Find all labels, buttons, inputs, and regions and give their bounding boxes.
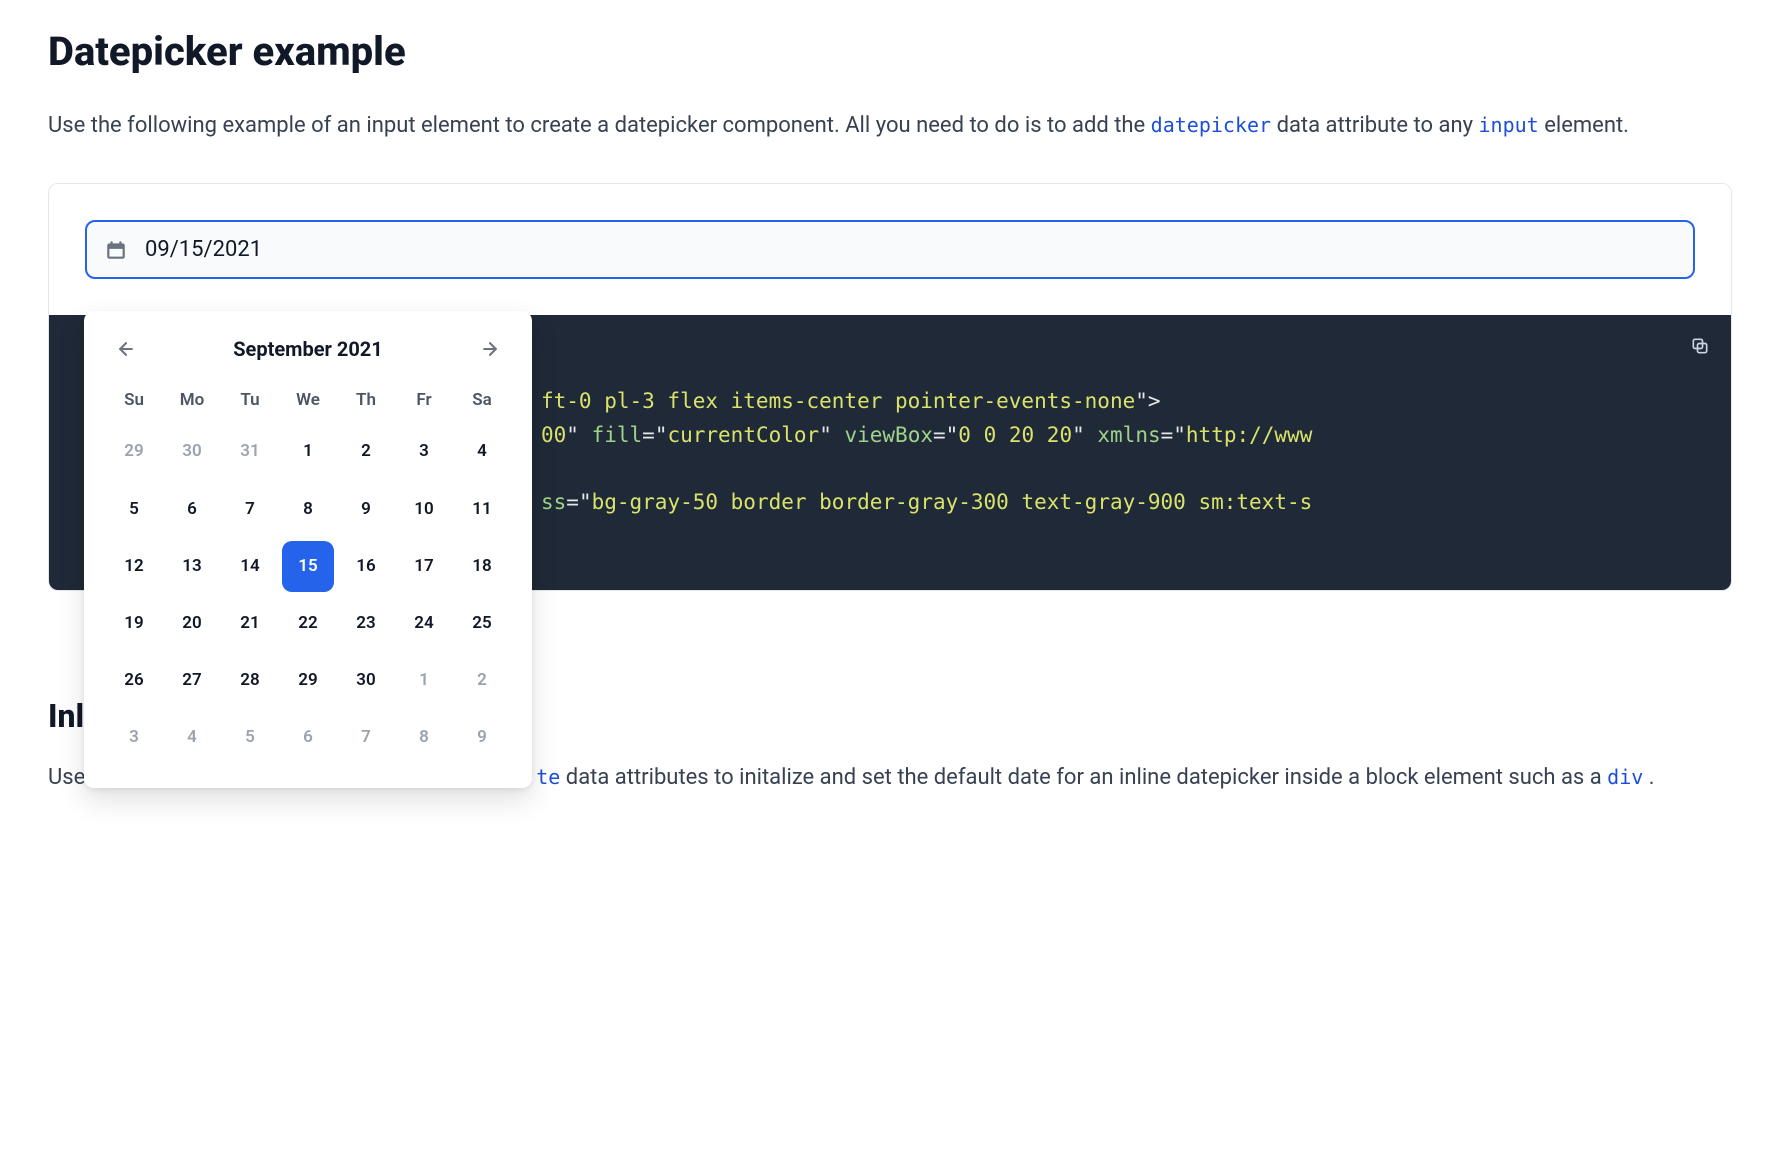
calendar-day[interactable]: 5 xyxy=(108,484,160,535)
calendar-day[interactable]: 5 xyxy=(224,712,276,763)
body-text: Use xyxy=(48,765,85,790)
calendar-day[interactable]: 7 xyxy=(340,712,392,763)
code-text: ft-0 pl-3 flex items-center pointer-even… xyxy=(541,389,1135,413)
date-input-wrapper[interactable] xyxy=(85,220,1695,279)
code-text: fill xyxy=(592,423,643,447)
code-text: =" xyxy=(642,423,667,447)
code-text: " xyxy=(1072,423,1097,447)
calendar-day[interactable]: 29 xyxy=(108,426,160,477)
body-text: data attributes to initalize and set the… xyxy=(566,765,1607,790)
code-text: > xyxy=(1148,389,1161,413)
calendar-day[interactable]: 27 xyxy=(166,655,218,706)
calendar-day[interactable]: 9 xyxy=(456,712,508,763)
calendar-day[interactable]: 19 xyxy=(108,598,160,649)
calendar-day[interactable]: 7 xyxy=(224,484,276,535)
calendar-day[interactable]: 9 xyxy=(340,484,392,535)
calendar-day[interactable]: 17 xyxy=(398,541,450,592)
calendar-day[interactable]: 6 xyxy=(282,712,334,763)
calendar-day[interactable]: 28 xyxy=(224,655,276,706)
calendar-day[interactable]: 24 xyxy=(398,598,450,649)
example-preview xyxy=(49,184,1731,315)
code-text: http://www xyxy=(1186,423,1312,447)
calendar-day[interactable]: 8 xyxy=(398,712,450,763)
code-text: 0 0 20 20 xyxy=(958,423,1072,447)
calendar-day[interactable]: 13 xyxy=(166,541,218,592)
arrow-right-icon xyxy=(480,339,500,359)
code-text: xmlns xyxy=(1097,423,1160,447)
code-div: div xyxy=(1607,765,1643,789)
lead-paragraph: Use the following example of an input el… xyxy=(48,108,1732,143)
code-text: 00 xyxy=(541,423,566,447)
calendar-dow: Su xyxy=(108,381,160,420)
calendar-day[interactable]: 23 xyxy=(340,598,392,649)
calendar-day[interactable]: 4 xyxy=(166,712,218,763)
body-text: . xyxy=(1649,765,1655,790)
calendar-dow: Tu xyxy=(224,381,276,420)
calendar-day[interactable]: 31 xyxy=(224,426,276,477)
calendar-dow: Fr xyxy=(398,381,450,420)
next-month-button[interactable] xyxy=(472,331,508,367)
calendar-day[interactable]: 12 xyxy=(108,541,160,592)
code-text: =" xyxy=(1161,423,1186,447)
calendar-day[interactable]: 15 xyxy=(282,541,334,592)
date-input[interactable] xyxy=(143,236,1675,263)
calendar-day[interactable]: 1 xyxy=(398,655,450,706)
calendar-day[interactable]: 1 xyxy=(282,426,334,477)
code-text: currentColor xyxy=(667,423,819,447)
code-text: ss xyxy=(541,490,566,514)
code-text: " xyxy=(566,423,591,447)
prev-month-button[interactable] xyxy=(108,331,144,367)
calendar-day[interactable]: 2 xyxy=(340,426,392,477)
code-text: bg-gray-50 border border-gray-300 text-g… xyxy=(592,490,1313,514)
calendar-day[interactable]: 10 xyxy=(398,484,450,535)
calendar-day[interactable]: 25 xyxy=(456,598,508,649)
page-title: Datepicker example xyxy=(48,20,1732,84)
calendar-day[interactable]: 2 xyxy=(456,655,508,706)
calendar-day[interactable]: 3 xyxy=(108,712,160,763)
code-text: " xyxy=(819,423,844,447)
code-datepicker: datepicker xyxy=(1151,113,1271,137)
calendar-day[interactable]: 14 xyxy=(224,541,276,592)
lead-text: data attribute to any xyxy=(1277,113,1479,138)
code-text: =" xyxy=(566,490,591,514)
calendar-day[interactable]: 29 xyxy=(282,655,334,706)
calendar-day[interactable]: 20 xyxy=(166,598,218,649)
code-input: input xyxy=(1479,113,1539,137)
code-te: te xyxy=(536,765,560,789)
calendar-day[interactable]: 8 xyxy=(282,484,334,535)
calendar-dow: We xyxy=(282,381,334,420)
code-text: viewBox xyxy=(844,423,933,447)
calendar-day[interactable]: 30 xyxy=(166,426,218,477)
calendar-month-label: September 2021 xyxy=(233,333,383,365)
lead-text: element. xyxy=(1544,113,1629,138)
calendar-day[interactable]: 30 xyxy=(340,655,392,706)
calendar-icon xyxy=(105,239,127,261)
calendar-dow: Mo xyxy=(166,381,218,420)
code-text: " xyxy=(1135,389,1148,413)
code-text: =" xyxy=(933,423,958,447)
calendar-day[interactable]: 4 xyxy=(456,426,508,477)
calendar-day[interactable]: 3 xyxy=(398,426,450,477)
copy-button[interactable] xyxy=(1683,329,1717,363)
calendar-popover: September 2021 SuMoTuWeThFrSa29303112345… xyxy=(84,311,532,787)
calendar-day[interactable]: 18 xyxy=(456,541,508,592)
lead-text: Use the following example of an input el… xyxy=(48,113,1151,138)
calendar-day[interactable]: 26 xyxy=(108,655,160,706)
calendar-dow: Th xyxy=(340,381,392,420)
calendar-day[interactable]: 11 xyxy=(456,484,508,535)
calendar-day[interactable]: 16 xyxy=(340,541,392,592)
calendar-dow: Sa xyxy=(456,381,508,420)
calendar-day[interactable]: 22 xyxy=(282,598,334,649)
calendar-day[interactable]: 21 xyxy=(224,598,276,649)
arrow-left-icon xyxy=(116,339,136,359)
calendar-day[interactable]: 6 xyxy=(166,484,218,535)
